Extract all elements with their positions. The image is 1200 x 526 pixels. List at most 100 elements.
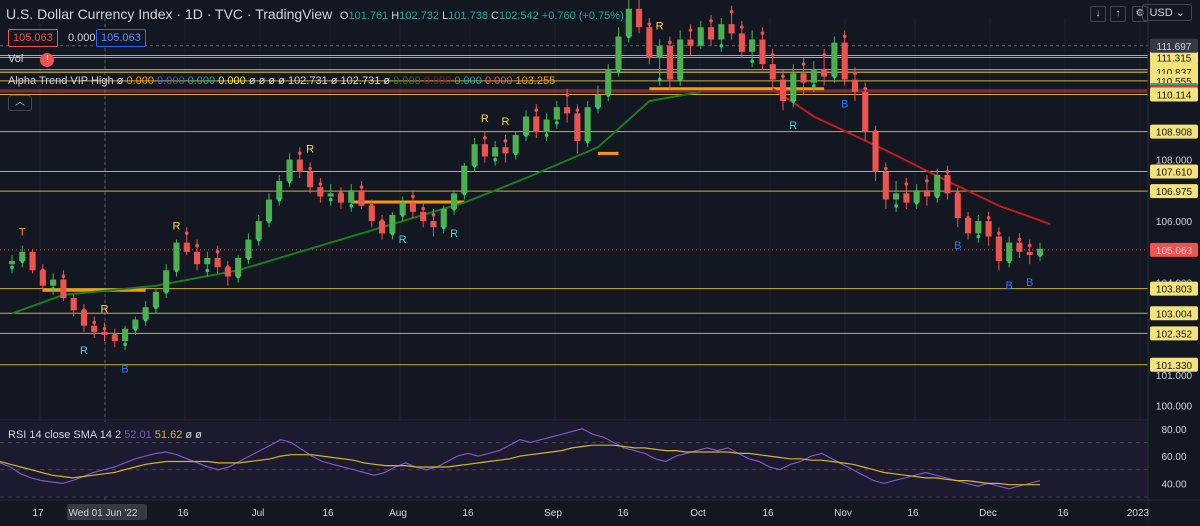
candle-body [810,70,817,83]
signal-dot [1007,259,1011,264]
candle-body [512,134,519,154]
signal-label: B [841,99,848,111]
candle-body [183,242,190,252]
signal-dot [462,191,467,196]
candle-body [903,193,910,203]
signal-dot [544,133,549,137]
signal-dot [277,197,282,202]
signal-label: R [306,144,314,156]
candle-body [173,242,180,271]
vol-indicator[interactable]: Vol ! [8,53,55,67]
signal-dot [1027,243,1032,248]
alpha-value: 0.000 [184,75,216,87]
signal-dot [801,62,806,66]
signal-dot [226,265,230,269]
signal-dot [616,68,621,73]
signal-dot [113,332,117,337]
signal-dot [955,191,960,196]
candle-body [862,91,869,132]
signal-dot [349,204,354,208]
price-axis[interactable]: 111.380111.315110.922110.839110.837110.5… [1147,0,1200,526]
signal-dot [503,139,508,143]
signal-label: R [789,120,797,132]
rsi-indicator-legend[interactable]: RSI 14 close SMA 14 2 52.01 51.62 ø ø [8,429,202,441]
candle-body [122,328,129,342]
candle-body [646,27,653,58]
signal-dot [359,185,364,189]
signal-label: R [656,21,664,33]
candle-body [625,8,632,37]
alpha-value: 0.000 [390,75,421,87]
candle-body [564,107,571,114]
signal-dot [750,59,754,64]
time-tick: Jul [252,508,265,519]
alpha-trend-red [772,87,1051,226]
alpha-value: 0.000 [153,75,185,87]
time-tick: 16 [907,508,919,519]
time-tick: 2023 [1127,508,1150,519]
signal-label: R [450,228,458,240]
time-tick: Sep [544,508,562,519]
signal-label: R [101,304,109,316]
candle-body [533,116,540,132]
signal-dot [143,317,148,322]
signal-dot [195,243,199,248]
buy-price-box[interactable]: 105.063 [96,29,146,47]
signal-dot [1038,253,1042,257]
signal-dot [328,197,333,202]
alpha-trend-indicator[interactable]: Alpha Trend VIP High ø 0.000 0.000 0.000… [8,75,555,87]
signal-dot [41,268,45,272]
signal-dot [1017,237,1022,242]
signal-label: R [399,234,407,246]
alpha-value: 0.000 [215,75,246,87]
sell-price-box[interactable]: 105.063 [8,29,58,47]
price-tick: 106.975 [1156,187,1193,198]
price-tick: 110.114 [1157,90,1192,101]
time-axis-background [0,500,1148,526]
signal-dot [647,22,652,26]
signal-label: R [481,113,489,125]
signal-dot [709,19,713,23]
symbol-title[interactable]: U.S. Dollar Currency Index · 1D · TVC · … [6,6,332,22]
candle-body [91,325,98,332]
candle-body [450,193,458,209]
signal-dot [873,129,878,134]
candle-body [738,33,745,52]
candle-body [193,251,201,265]
candle-body [872,131,879,172]
signal-dot [431,212,436,217]
candle-body [666,45,673,80]
signal-dot [935,194,939,199]
price-tick: 107.610 [1156,168,1193,179]
candle-body [152,291,159,308]
arrow-up-icon[interactable]: ↑ [1110,6,1126,22]
candle-body [50,279,57,286]
signal-label: B [121,363,128,375]
arrow-down-icon[interactable]: ↓ [1090,6,1106,22]
candle-body [101,331,108,335]
time-tick: Wed 01 Jun '22 [69,508,138,519]
signal-dot [421,206,426,211]
alpha-value: 102.731 [337,75,381,87]
candle-body [543,119,550,132]
signal-dot [267,219,271,224]
candle-body [492,147,499,157]
candle-body [975,221,982,234]
signal-dot [812,84,816,88]
candle-body [923,190,930,197]
signal-dot [986,216,991,220]
collapse-legend-button[interactable]: ︿ [8,95,32,111]
alpha-value: ø [265,75,276,87]
price-tick: 105.063 [1156,246,1193,257]
time-axis[interactable]: 17 Wed 01 Jun '22 16 Jul 16 Aug 16 Sep 16 Oct 16 No… [0,499,1200,526]
signal-label: R [173,221,181,233]
alpha-value: ø [380,75,391,87]
candle-body [317,187,324,197]
signal-dot [884,166,888,171]
candle-body [964,218,972,234]
candle-body [163,270,170,292]
candle-body [60,279,67,298]
candle-body [481,144,488,157]
alpha-value: 0.000 [451,75,482,87]
currency-dropdown[interactable]: USD ⌄ [1142,4,1192,21]
